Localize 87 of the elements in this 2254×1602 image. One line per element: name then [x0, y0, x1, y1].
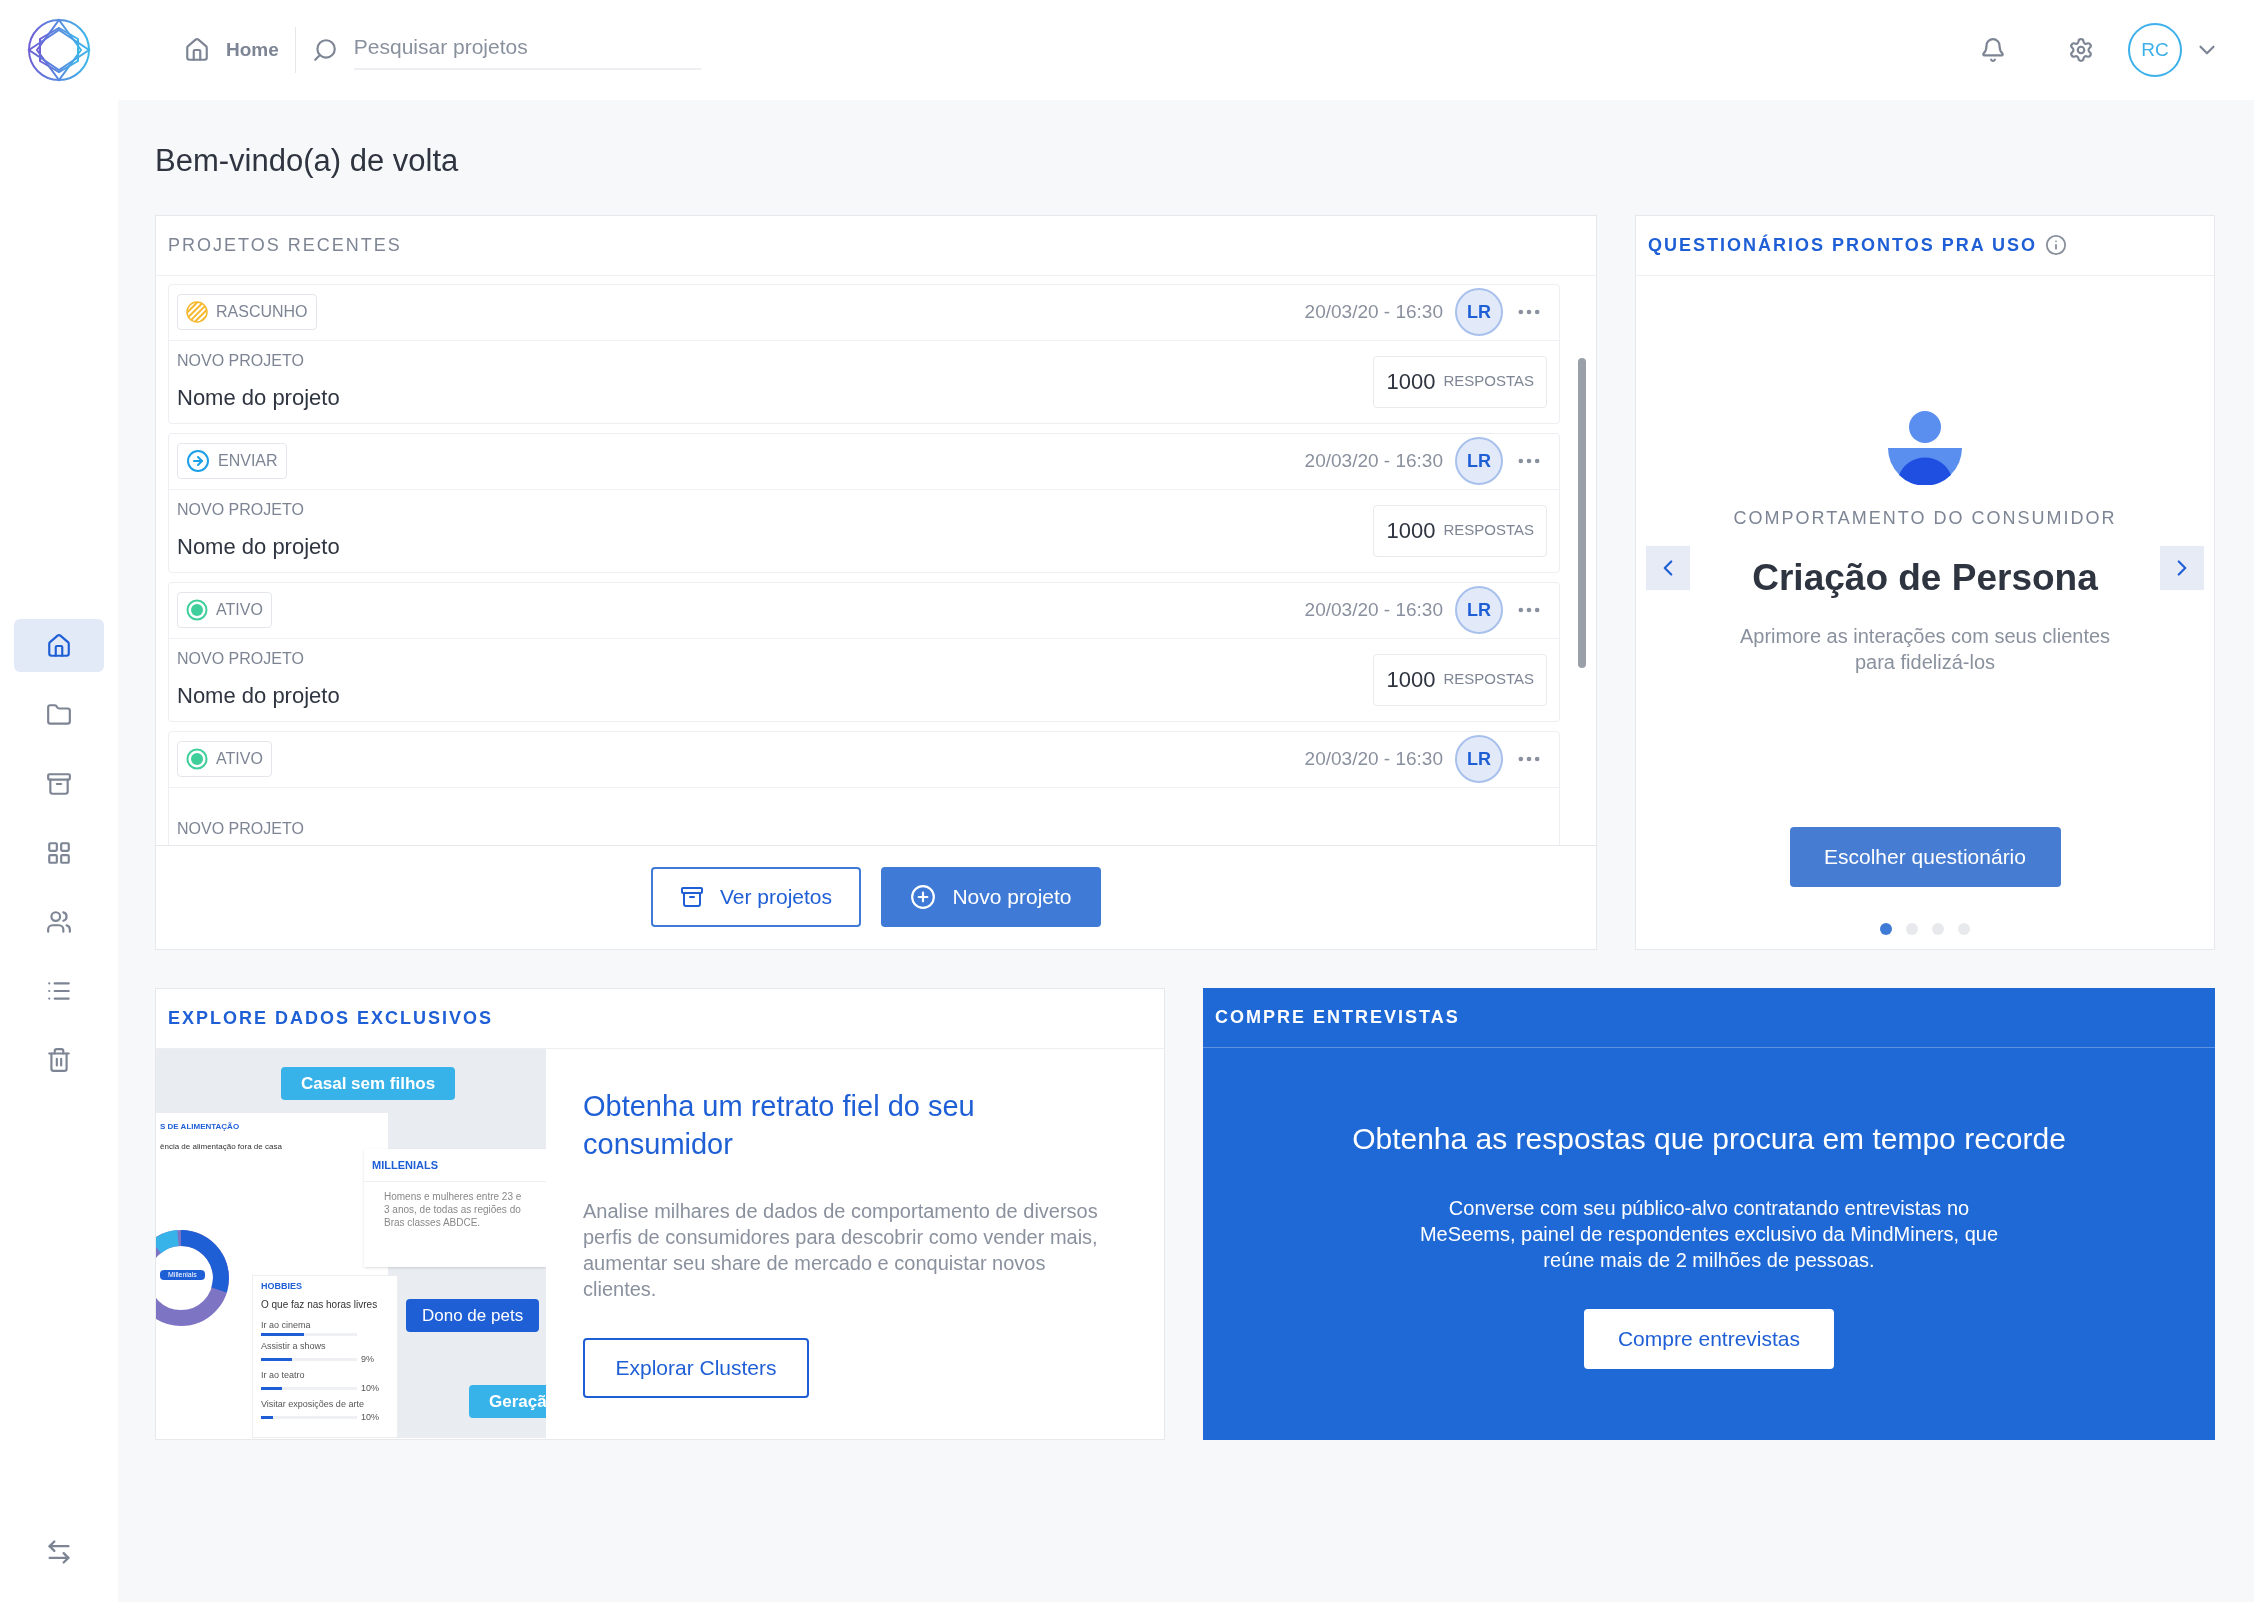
notification-bell-icon[interactable]	[1980, 37, 2006, 63]
page-title: Bem-vindo(a) de volta	[155, 142, 460, 180]
project-type: NOVO PROJETO	[177, 500, 305, 520]
home-icon	[46, 632, 72, 659]
owner-avatar: LR	[1455, 288, 1503, 336]
status-dot-icon	[186, 599, 208, 621]
persona-title: MILLENIALS	[364, 1148, 546, 1182]
responses-label: RESPOSTAS	[1443, 669, 1534, 690]
new-project-button[interactable]: Novo projeto	[881, 867, 1101, 927]
project-card[interactable]: RASCUNHO 20/03/20 - 16:30 LR NOVO PROJETO Nome do projeto 1000 RESPOSTAS	[168, 283, 1560, 424]
category-label: COMPORTAMENTO DO CONSUMIDOR	[1733, 506, 2117, 530]
responses-label: RESPOSTAS	[1443, 520, 1534, 541]
hobby-change: 10%	[361, 1383, 379, 1394]
folder-icon	[46, 701, 72, 728]
hobby-label: Ir ao teatro	[261, 1370, 306, 1381]
owner-avatar: LR	[1455, 586, 1503, 634]
section-heading: COMPRE ENTREVISTAS	[1203, 987, 2215, 1048]
responses-number: 1000	[1386, 517, 1436, 545]
project-type: NOVO PROJETO	[177, 818, 305, 839]
hobby-label: Ir ao cinema	[261, 1320, 312, 1331]
questionnaire-description: Aprimore as interações com seus clientes para fidelizá-los	[1738, 624, 2112, 675]
responses-number: 1000	[1386, 666, 1436, 694]
hobbies-title: HOBBIES	[260, 1279, 303, 1293]
home-link[interactable]: Home	[184, 35, 279, 65]
project-date: 20/03/20 - 16:30	[1304, 299, 1443, 324]
project-name: Nome do projeto	[177, 533, 341, 561]
status-badge: ATIVO	[177, 741, 272, 777]
view-projects-button[interactable]: Ver projetos	[651, 867, 861, 927]
tag-label: Geraçã	[469, 1384, 546, 1418]
explore-clusters-button[interactable]: Explorar Clusters	[583, 1337, 809, 1398]
hobby-change: 10%	[361, 1412, 379, 1423]
section-heading: PROJETOS RECENTES	[156, 215, 1596, 276]
next-button[interactable]	[2160, 545, 2204, 590]
scrollbar[interactable]	[1578, 357, 1586, 668]
settings-icon[interactable]	[2068, 37, 2094, 63]
project-type: NOVO PROJETO	[177, 351, 305, 371]
person-icon	[1888, 410, 1962, 485]
status-badge: RASCUNHO	[177, 294, 317, 330]
tag-label: Dono de pets	[406, 1298, 540, 1332]
status-badge: ATIVO	[177, 592, 272, 628]
buy-interviews-button[interactable]: Compre entrevistas	[1584, 1308, 1834, 1369]
users-icon	[46, 908, 72, 935]
interviews-text: Converse com seu público-alvo contratando entrevistas no MeSeems, painel de respondentes exclusivo da MindMiners, que reúne mais de 2 milhões de pessoas.	[1419, 1195, 1999, 1273]
questionnaire-title: Criação de Persona	[1752, 555, 2098, 600]
hobbies-question: O que faz nas horas livres	[260, 1298, 379, 1312]
basket-icon	[679, 885, 704, 909]
trash-icon	[46, 1046, 72, 1073]
home-icon	[184, 37, 210, 63]
previous-button[interactable]	[1646, 545, 1690, 590]
logo-icon[interactable]	[27, 18, 91, 82]
panel-title: S DE ALIMENTAÇÃO	[159, 1120, 241, 1133]
project-card[interactable]: ENVIAR 20/03/20 - 16:30 LR NOVO PROJETO Nome do projeto 1000 RESPOSTAS	[168, 432, 1560, 573]
hobby-label: Assistir a shows	[261, 1341, 327, 1352]
panel-question: ência de alimentação fora de casa	[159, 1140, 283, 1153]
section-heading: QUESTIONÁRIOS PRONTOS PRA USO	[1648, 233, 2038, 257]
hobby-change: 9%	[361, 1354, 374, 1365]
tag-label: Casal sem filhos	[281, 1066, 456, 1100]
project-type: NOVO PROJETO	[177, 649, 305, 669]
project-date: 20/03/20 - 16:30	[1304, 448, 1443, 473]
owner-avatar: LR	[1455, 437, 1503, 485]
status-dot-icon	[186, 748, 208, 770]
basket-icon	[46, 770, 72, 797]
responses-number: 1000	[1386, 368, 1436, 396]
choose-questionnaire-button[interactable]: Escolher questionário	[1789, 826, 2061, 887]
striped-circle-icon	[186, 301, 208, 323]
interviews-title: Obtenha as respostas que procura em tempo recorde	[1352, 1120, 2066, 1157]
info-icon[interactable]	[2045, 234, 2068, 256]
project-date: 20/03/20 - 16:30	[1304, 746, 1443, 771]
hobby-label: Visitar exposições de arte	[261, 1399, 365, 1410]
project-card[interactable]: ATIVO 20/03/20 - 16:30 LR NOVO PROJETO	[168, 730, 1560, 845]
plus-circle-icon	[910, 884, 937, 910]
sidebar-item[interactable]	[14, 619, 104, 672]
persona-text: Homens e mulheres entre 23 e 3 anos, de todas as regiões do Bras classes ABDCE.	[383, 1190, 523, 1229]
section-heading: EXPLORE DADOS EXCLUSIVOS	[156, 988, 1164, 1049]
responses-label: RESPOSTAS	[1443, 371, 1534, 392]
grid-icon	[46, 839, 72, 866]
explore-title: Obtenha um retrato fiel do seu consumidor	[583, 1088, 976, 1162]
search-icon	[311, 37, 338, 63]
status-badge: ENVIAR	[177, 443, 287, 479]
explore-text: Analise milhares de dados de comportamento de diversos perfis de consumidores para descobrir como vender mais, aumentar seu share de mercado e conquistar novos clientes.	[583, 1198, 1099, 1302]
arrow-circle-icon	[186, 449, 210, 473]
project-name: Nome do projeto	[177, 682, 341, 710]
owner-avatar: LR	[1455, 735, 1503, 783]
project-date: 20/03/20 - 16:30	[1304, 597, 1443, 622]
project-name: Nome do projeto	[177, 384, 341, 412]
project-card[interactable]: ATIVO 20/03/20 - 16:30 LR NOVO PROJETO Nome do projeto 1000 RESPOSTAS	[168, 581, 1560, 722]
search-field[interactable]: Pesquisar projetos	[353, 26, 701, 70]
